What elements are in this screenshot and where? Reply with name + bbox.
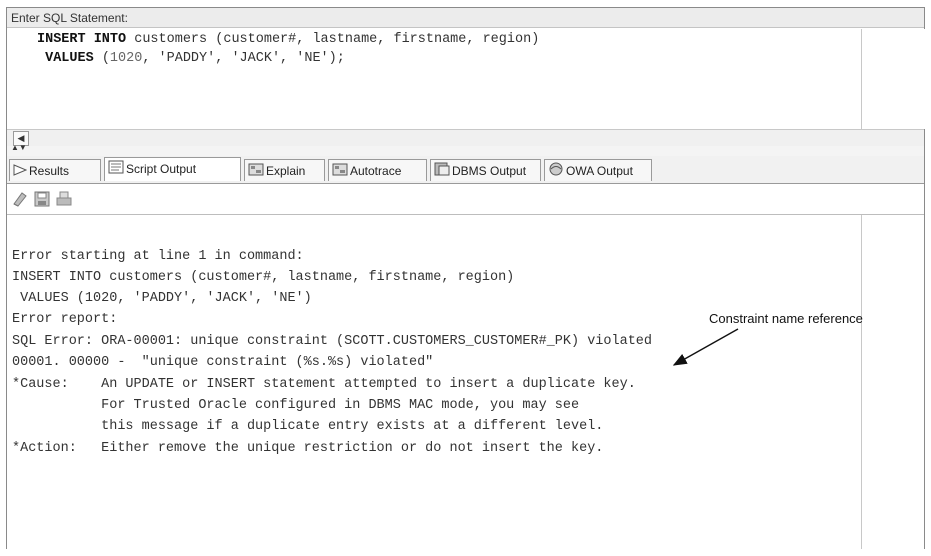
sql-line-2-text: , 'PADDY', 'JACK', 'NE'); [142, 51, 345, 66]
sql-line-1: INSERT INTO customers (customer#, lastna… [37, 32, 539, 47]
tab-owa-output-label: OWA Output [566, 164, 633, 178]
output-line: this message if a duplicate entry exists… [12, 419, 604, 434]
tab-owa-output[interactable]: OWA Output [544, 159, 652, 181]
results-play-icon [13, 161, 28, 183]
explain-icon [248, 161, 264, 183]
output-cause-line: *Cause: An UPDATE or INSERT statement at… [12, 377, 636, 392]
output-side-margin [861, 215, 925, 549]
tab-explain-label: Explain [266, 164, 306, 178]
script-output-area[interactable]: Error starting at line 1 in command: INS… [7, 214, 924, 549]
output-tab-bar: Results Script Output Explain Autotrace … [7, 156, 924, 184]
editor-side-margin [861, 29, 925, 129]
splitter-arrows-icon[interactable]: ▲▼ [11, 144, 27, 152]
output-error-line: SQL Error: ORA-00001: unique constraint … [12, 334, 653, 349]
sql-editor[interactable]: INSERT INTO customers (customer#, lastna… [7, 29, 925, 129]
output-line: Error starting at line 1 in command: [12, 249, 304, 264]
sql-worksheet-panel: Enter SQL Statement: INSERT INTO custome… [6, 7, 925, 549]
output-toolbar [7, 184, 924, 214]
tab-results-label: Results [29, 164, 70, 178]
tab-results[interactable]: Results [9, 159, 101, 181]
output-line: INSERT INTO customers (customer#, lastna… [12, 270, 515, 285]
dbms-output-icon [434, 161, 450, 183]
output-line: VALUES (1020, 'PADDY', 'JACK', 'NE') [12, 291, 312, 306]
script-output-icon [108, 159, 124, 181]
tab-script-output-label: Script Output [126, 162, 197, 176]
output-line: Error report: [12, 312, 118, 327]
output-action-line: *Action: Either remove the unique restri… [12, 441, 604, 456]
output-line: For Trusted Oracle configured in DBMS MA… [12, 398, 580, 413]
tab-script-output[interactable]: Script Output [104, 157, 241, 181]
pane-splitter[interactable]: ▲▼ [7, 144, 924, 156]
sql-line-1-text: customers (customer#, lastname, firstnam… [126, 32, 540, 47]
tab-dbms-output[interactable]: DBMS Output [430, 159, 541, 181]
constraint-annotation-label: Constraint name reference [709, 311, 863, 326]
sql-keyword-values: VALUES [45, 51, 94, 66]
annotation-arrow-icon [672, 328, 739, 366]
sql-keyword-insert-into: INSERT INTO [37, 32, 127, 47]
owa-output-icon [548, 161, 564, 183]
enter-sql-label: Enter SQL Statement: [7, 8, 924, 28]
save-icon[interactable] [33, 190, 51, 208]
print-icon[interactable] [55, 190, 73, 208]
tab-explain[interactable]: Explain [244, 159, 325, 181]
tab-autotrace[interactable]: Autotrace [328, 159, 427, 181]
sql-line-2-number: 1020 [109, 51, 143, 66]
autotrace-icon [332, 161, 348, 183]
sql-line-2: VALUES (1020, 'PADDY', 'JACK', 'NE'); [37, 51, 345, 66]
horizontal-scrollbar[interactable]: ◀ [7, 129, 924, 147]
sql-line-2-open: ( [93, 51, 110, 66]
output-line: 00001. 00000 - "unique constraint (%s.%s… [12, 355, 434, 370]
tab-autotrace-label: Autotrace [350, 164, 402, 178]
eraser-icon[interactable] [11, 190, 29, 208]
tab-dbms-output-label: DBMS Output [452, 164, 527, 178]
